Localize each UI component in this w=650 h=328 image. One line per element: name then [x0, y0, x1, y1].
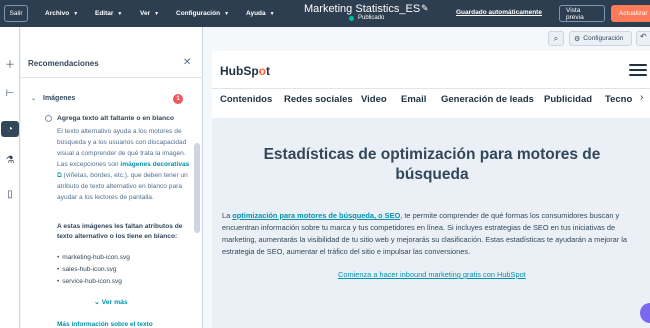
search-button[interactable]: ⌕ — [548, 31, 564, 46]
more-info-link[interactable]: Más información sobre el texto — [57, 321, 153, 328]
missing-alt-heading: A estas imágenes les faltan atributos de… — [57, 223, 183, 240]
page-heading: Estadísticas de optimización para motore… — [263, 146, 601, 183]
see-more-button[interactable]: ⌄ Ver más — [94, 298, 128, 306]
menu-help[interactable]: Ayuda ▼ — [246, 0, 275, 27]
search-icon: ⌕ — [553, 33, 559, 43]
panel-divider — [21, 77, 203, 78]
seo-link[interactable]: optimización para motores de búsqueda, o… — [232, 211, 400, 220]
menu-settings[interactable]: Configuración ▼ — [176, 0, 229, 27]
recommendation-title: Agrega texto alt faltante o en blanco — [57, 115, 175, 122]
close-icon[interactable]: ✕ — [183, 57, 191, 68]
list-item: marketing-hub-icon.svg — [57, 252, 130, 264]
site-nav: Contenidos Redes sociales Video Email Ge… — [212, 88, 650, 111]
chevron-down-icon: ▼ — [73, 10, 79, 17]
gear-icon: ⚙ — [574, 35, 581, 43]
status-dot-icon — [349, 15, 354, 21]
menu-icon[interactable] — [629, 64, 647, 79]
chevron-down-icon: ⌄ — [94, 299, 102, 306]
nav-item-redes-sociales[interactable]: Redes sociales — [284, 94, 353, 105]
list-item: sales-hub-icon.svg — [57, 264, 130, 276]
flask-icon[interactable]: ⚗ — [0, 152, 20, 168]
section-images-title[interactable]: Imágenes — [43, 95, 75, 102]
undo-button[interactable]: ↶ — [636, 31, 650, 46]
left-rail: ＋ ⊢ ◔ ⚗ ▯ — [0, 27, 20, 328]
missing-alt-file-list: marketing-hub-icon.svg sales-hub-icon.sv… — [57, 252, 130, 288]
nav-item-generacion-leads[interactable]: Generación de leads — [441, 94, 534, 105]
exit-button[interactable]: Salir — [4, 5, 28, 22]
nav-item-publicidad[interactable]: Publicidad — [544, 94, 592, 105]
page-icon[interactable]: ▯ — [0, 186, 20, 202]
cta-link[interactable]: Comienza a hacer inbound marketing grati… — [338, 270, 526, 279]
intro-paragraph: La optimización para motores de búsqueda… — [222, 211, 628, 256]
menu-file[interactable]: Archivo ▼ — [45, 0, 78, 27]
hubspot-logo[interactable]: HubSpot — [220, 64, 270, 78]
autosave-indicator[interactable]: Guardado automáticamente — [456, 9, 542, 16]
preview-button[interactable]: Vista previa — [559, 5, 605, 22]
section-count-badge: 1 — [173, 94, 183, 104]
menu-view[interactable]: Ver ▼ — [140, 0, 159, 27]
menu-edit[interactable]: Editar ▼ — [95, 0, 122, 27]
page-preview[interactable]: HubSpot Contenidos Redes sociales Video … — [212, 51, 650, 328]
nav-item-contenidos[interactable]: Contenidos — [220, 94, 272, 105]
nav-item-tecnologia[interactable]: Tecno — [605, 94, 633, 105]
panel-title: Recomendaciones — [28, 59, 99, 68]
nav-item-video[interactable]: Video — [361, 94, 387, 105]
update-button[interactable]: Actualizar — [611, 5, 650, 22]
decorative-images-link[interactable]: imágenes decorativas — [120, 161, 189, 168]
publish-status: Publicado — [349, 15, 384, 21]
plus-icon[interactable]: ＋ — [0, 55, 20, 71]
panel-scrollbar[interactable] — [194, 143, 200, 233]
list-item: service-hub-icon.svg — [57, 276, 130, 288]
chevron-down-icon: ▼ — [269, 10, 275, 17]
pencil-icon[interactable]: ✎ — [421, 3, 429, 14]
recommendation-status-icon — [45, 115, 52, 122]
settings-button[interactable]: ⚙ Configuración — [569, 31, 632, 46]
chevron-down-icon[interactable]: ⌄ — [31, 95, 36, 102]
nav-item-email[interactable]: Email — [401, 94, 426, 105]
chevron-down-icon: ▼ — [224, 10, 230, 17]
recommendation-description: El texto alternativo ayuda a los motores… — [57, 128, 190, 201]
undo-icon: ↶ — [640, 32, 647, 41]
document-title[interactable]: Marketing Statistics_ES — [304, 3, 420, 15]
tree-icon[interactable]: ⊢ — [0, 85, 20, 101]
hero-section: Estadísticas de optimización para motore… — [212, 118, 650, 328]
chevron-down-icon: ▼ — [117, 10, 123, 17]
chevron-right-icon[interactable]: › — [640, 92, 643, 103]
chevron-down-icon: ▼ — [154, 10, 160, 17]
gauge-icon[interactable]: ◔ — [1, 121, 19, 137]
